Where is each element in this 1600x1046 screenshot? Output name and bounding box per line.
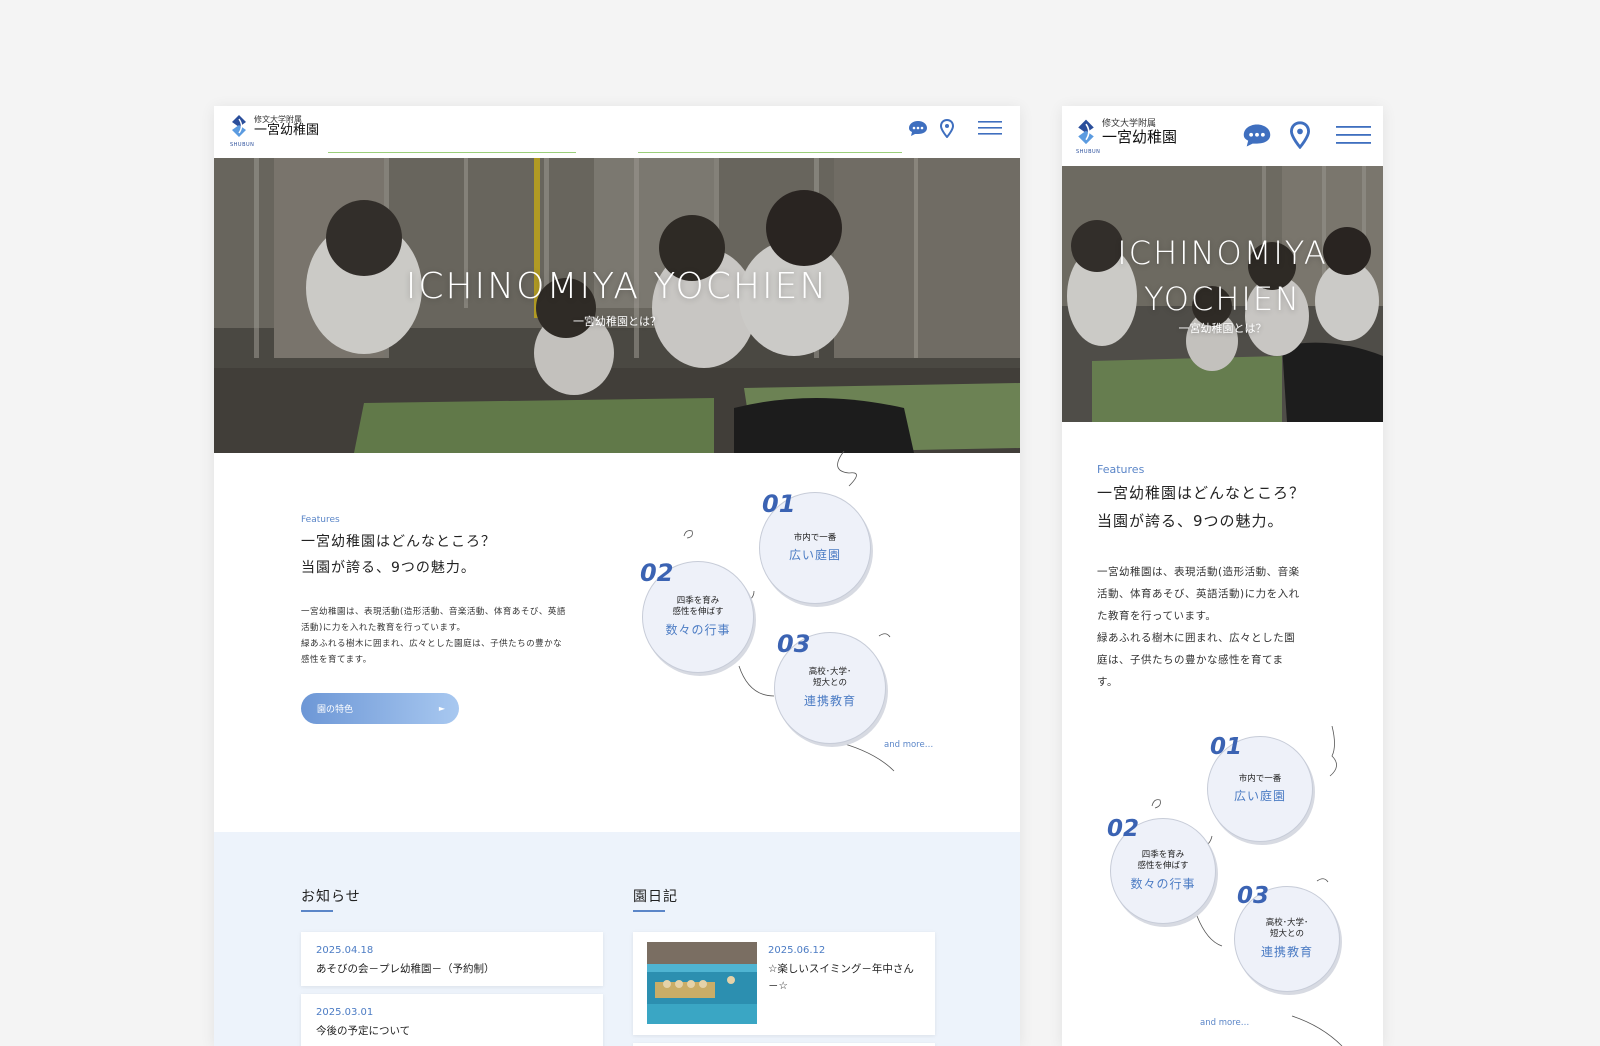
feature-small-text: 高校･大学･ <box>1265 918 1309 929</box>
hero-image: ICHINOMIYA YOCHIEN 一宮幼稚園とは？ <box>1062 166 1383 422</box>
diary-photo <box>647 942 757 1024</box>
features-heading: 一宮幼稚園はどんなところ？ 当園が誇る、9つの魅力。 <box>1097 480 1305 536</box>
diary-item-title-line: ☆楽しいスイミング－年中さん <box>768 963 914 975</box>
diary-title: 園日記 <box>633 886 678 912</box>
logo-mark-icon <box>232 115 246 137</box>
header-accent-line <box>638 152 902 153</box>
logo-mark-icon <box>1078 119 1094 145</box>
features-body-line: た教育を行っています。 <box>1097 610 1217 622</box>
hero-title-line: YOCHIEN <box>1144 280 1301 318</box>
features-more-link[interactable]: and more… <box>884 740 933 750</box>
feature-small-text: 四季を育み <box>1141 850 1185 861</box>
feature-small-text: 市内で一番 <box>793 532 837 543</box>
hero-title-line: ICHINOMIYA <box>1117 234 1328 272</box>
hamburger-menu-icon[interactable] <box>978 120 1002 136</box>
logo-text: 修文大学附属 一宮幼稚園 <box>254 115 320 139</box>
features-body: 一宮幼稚園は、表現活動(造形活動、音楽 活動、体育あそび、英語活動)に力を入れ … <box>1097 561 1300 693</box>
feature-large-text: 数々の行事 <box>665 622 731 637</box>
feature-number-02: 02 <box>640 559 674 587</box>
feature-small-text: 感性を伸ばす <box>672 607 724 617</box>
feature-small-text: 短大との <box>1270 929 1304 939</box>
arrow-right-icon: ► <box>438 704 445 713</box>
feature-large-text: 連携教育 <box>1260 944 1313 959</box>
desktop-preview: SHUBUN 修文大学附属 一宮幼稚園 ICHINOMIYA YOCHIEN 一… <box>214 106 1020 1046</box>
features-body-line: 一宮幼稚園は、表現活動(造形活動、音楽活動、体育あそび、英語 <box>301 607 566 617</box>
map-pin-icon[interactable] <box>940 119 954 138</box>
hero-title: ICHINOMIYA YOCHIEN <box>405 266 829 307</box>
logo-main: 一宮幼稚園 <box>1102 127 1178 146</box>
features-heading-line: 一宮幼稚園はどんなところ？ <box>1097 484 1306 502</box>
feature-number-01: 01 <box>1210 734 1243 760</box>
feature-small-text: 四季を育み <box>676 596 720 607</box>
chat-bubble-icon[interactable] <box>908 120 928 137</box>
sprout-icon <box>1151 799 1161 809</box>
news-item-title: 今後の予定について <box>316 1025 411 1037</box>
features-body-line: す。 <box>1097 676 1118 688</box>
features-eyebrow: Features <box>301 515 340 525</box>
features-body-line: 緑あふれる樹木に囲まれ、広々とした園庭は、子供たちの豊かな <box>301 639 563 649</box>
news-date: 2025.04.18 <box>316 945 374 956</box>
logo-en-text: SHUBUN <box>1076 149 1101 155</box>
feature-number-02: 02 <box>1107 816 1140 842</box>
news-date: 2025.03.01 <box>316 1007 374 1018</box>
features-heading-line: 当園が誇る、9つの魅力。 <box>301 559 476 576</box>
feature-small-text: 高校･大学･ <box>808 667 852 678</box>
news-card[interactable]: 2025.04.18 あそびの会－プレ幼稚園－（予約制） <box>301 932 603 986</box>
feature-large-text: 広い庭園 <box>1233 789 1286 804</box>
diary-card[interactable]: 2025.06.12 ☆楽しいスイミング－年中さん －☆ <box>633 932 935 1035</box>
feature-number-03: 03 <box>777 630 811 658</box>
diary-item-title-line: －☆ <box>768 979 788 992</box>
features-eyebrow: Features <box>1097 463 1145 476</box>
feature-small-text: 感性を伸ばす <box>1137 861 1189 871</box>
header-accent-line <box>328 152 576 153</box>
features-body-line: 活動、体育あそび、英語活動)に力を入れ <box>1097 588 1300 600</box>
feature-number-03: 03 <box>1237 883 1270 909</box>
feature-number-01: 01 <box>762 490 796 518</box>
map-pin-icon[interactable] <box>1290 121 1310 149</box>
news-card[interactable]: 2025.03.01 今後の予定について <box>301 994 603 1046</box>
logo-text: 修文大学附属 一宮幼稚園 <box>1102 119 1178 146</box>
features-button-label: 園の特色 <box>317 705 354 715</box>
feature-small-text: 市内で一番 <box>1238 773 1282 784</box>
features-more-link[interactable]: and more… <box>1200 1018 1249 1028</box>
features-body-line: 一宮幼稚園は、表現活動(造形活動、音楽 <box>1097 566 1300 578</box>
site-header: SHUBUN 修文大学附属 一宮幼稚園 <box>214 106 1020 158</box>
features-body-line: 活動)に力を入れた教育を行っています。 <box>301 623 466 633</box>
feature-large-text: 連携教育 <box>803 693 856 708</box>
site-logo[interactable]: SHUBUN 修文大学附属 一宮幼稚園 <box>1076 118 1178 155</box>
diary-date: 2025.06.12 <box>768 945 826 956</box>
hero-title: ICHINOMIYA YOCHIEN <box>1062 230 1383 322</box>
logo-en-text: SHUBUN <box>230 142 255 148</box>
diary-item-title: ☆楽しいスイミング－年中さん －☆ <box>768 961 914 995</box>
logo-main: 一宮幼稚園 <box>254 123 320 139</box>
news-item-title: あそびの会－プレ幼稚園－（予約制） <box>316 963 495 975</box>
features-button[interactable]: 園の特色 ► <box>301 693 459 724</box>
sprout-icon <box>683 530 693 539</box>
hamburger-menu-icon[interactable] <box>1336 125 1371 145</box>
hero-subtitle: 一宮幼稚園とは？ <box>573 315 661 328</box>
mobile-preview: SHUBUN 修文大学附属 一宮幼稚園 ICHINOMIYA YOCHIEN 一… <box>1062 106 1383 1046</box>
features-heading: 一宮幼稚園はどんなところ？ 当園が誇る、9つの魅力。 <box>301 530 496 582</box>
features-heading-line: 当園が誇る、9つの魅力。 <box>1097 511 1284 530</box>
features-heading-line: 一宮幼稚園はどんなところ？ <box>301 534 496 550</box>
features-body-line: 感性を育てます。 <box>301 655 372 665</box>
features-body: 一宮幼稚園は、表現活動(造形活動、音楽活動、体育あそび、英語 活動)に力を入れた… <box>301 604 566 668</box>
feature-large-text: 数々の行事 <box>1130 876 1196 891</box>
features-body-line: 緑あふれる樹木に囲まれ、広々とした園 <box>1097 632 1296 644</box>
site-logo[interactable]: SHUBUN 修文大学附属 一宮幼稚園 <box>230 114 320 148</box>
hero-image: ICHINOMIYA YOCHIEN 一宮幼稚園とは？ <box>214 158 1020 453</box>
feature-small-text: 短大との <box>813 678 847 688</box>
feature-large-text: 広い庭園 <box>788 548 841 563</box>
chat-bubble-icon[interactable] <box>1242 123 1272 148</box>
news-title: お知らせ <box>301 886 361 912</box>
hero-subtitle: 一宮幼稚園とは？ <box>1178 322 1267 335</box>
features-body-line: 庭は、子供たちの豊かな感性を育てま <box>1097 654 1284 666</box>
site-header: SHUBUN 修文大学附属 一宮幼稚園 <box>1062 106 1383 166</box>
